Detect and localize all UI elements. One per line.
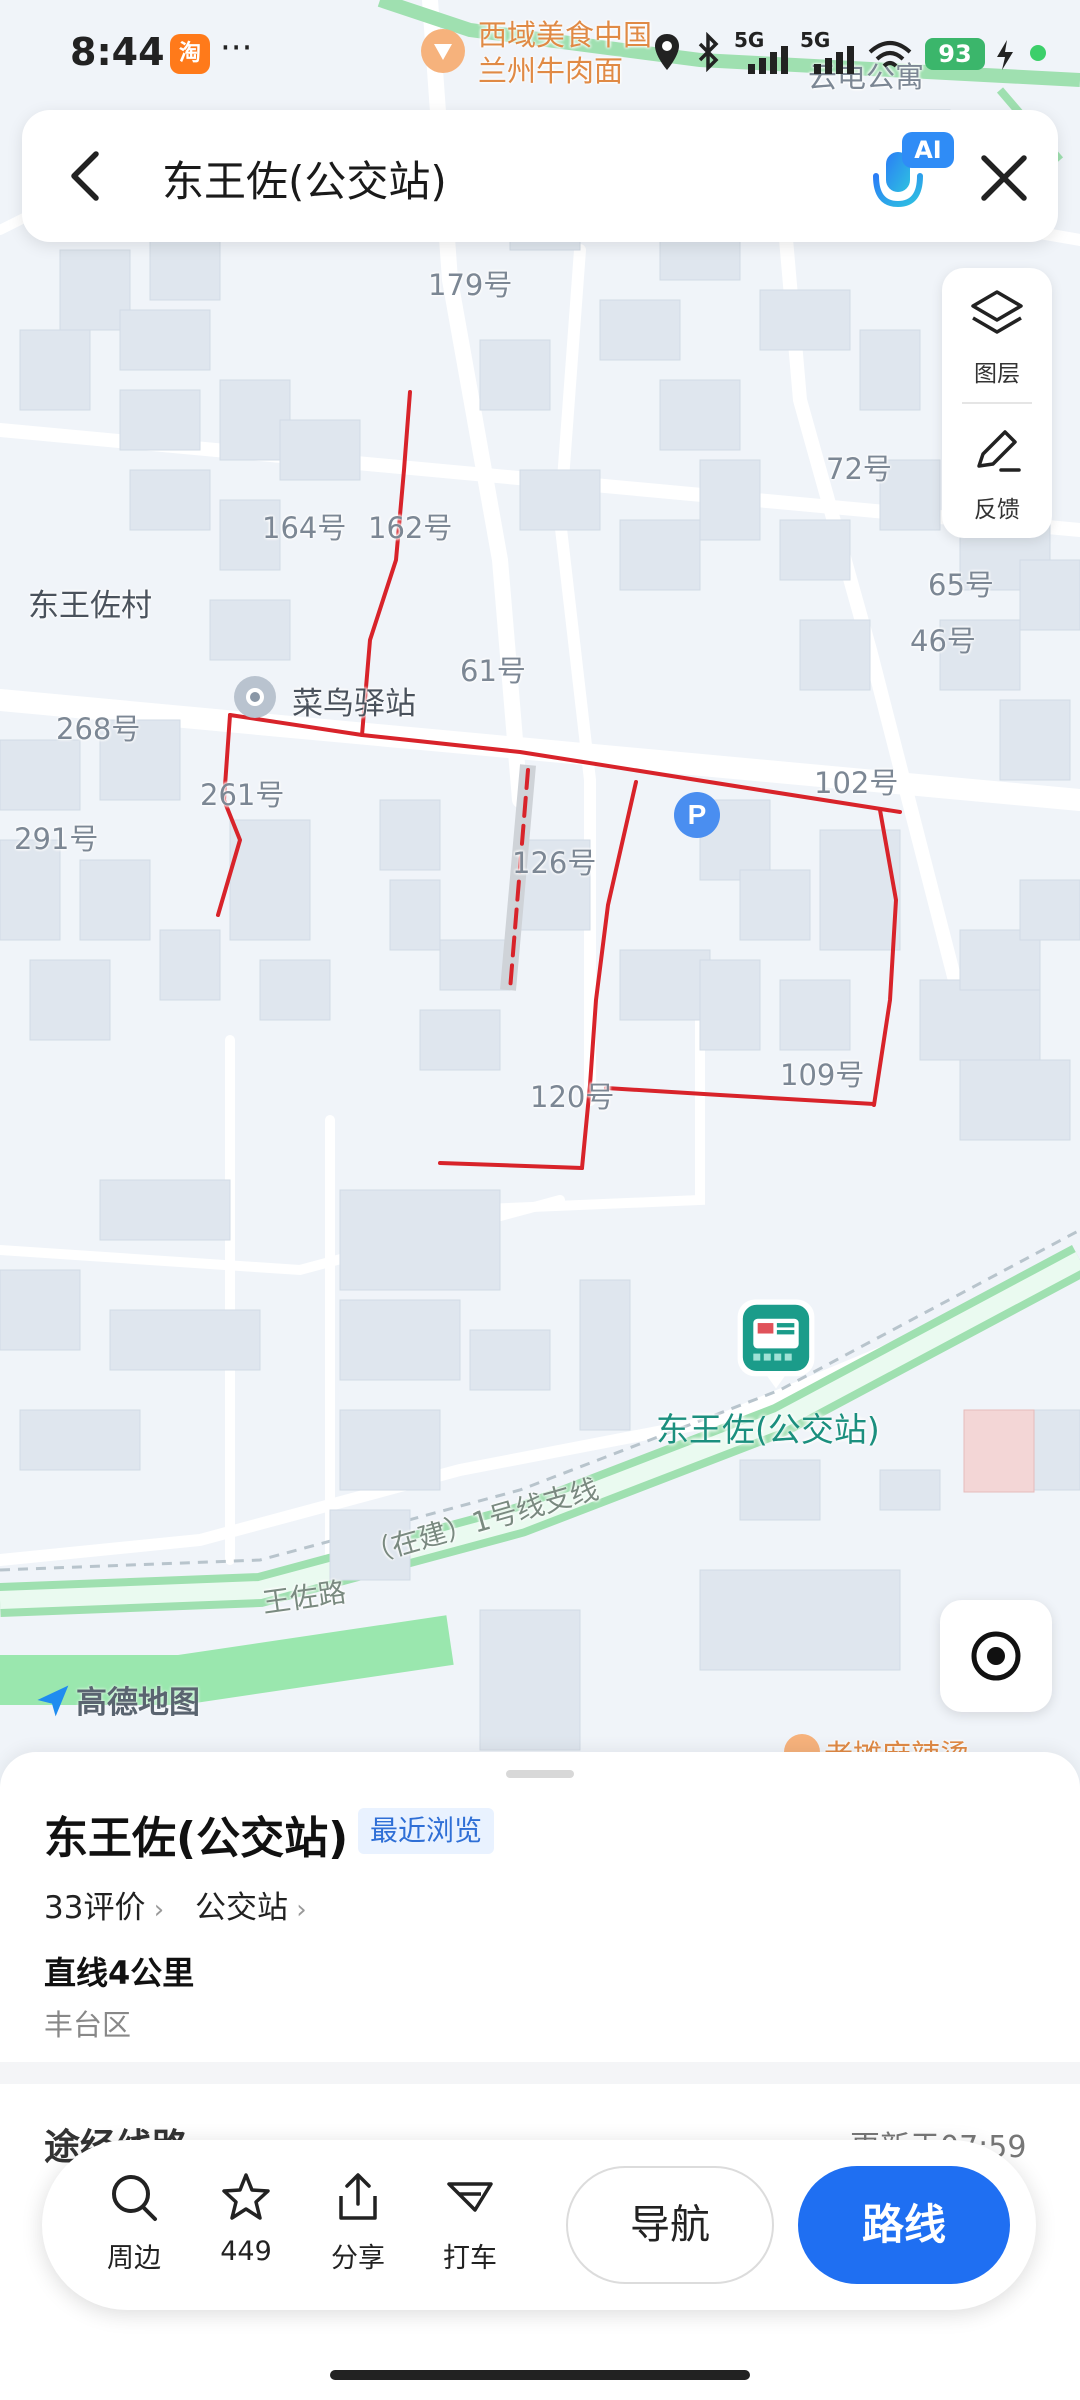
chevron-right-icon: › — [145, 1895, 165, 1925]
map-tools-panel: 图层 反馈 — [942, 268, 1052, 538]
layers-icon — [971, 290, 1023, 334]
taxi-icon — [447, 2182, 493, 2212]
locate-button[interactable] — [940, 1600, 1052, 1712]
search-title[interactable]: 东王佐(公交站) — [162, 148, 447, 209]
house-number: 162号 — [368, 511, 453, 545]
bus-stop-icon[interactable] — [728, 1296, 824, 1392]
house-number: 291号 — [14, 822, 99, 856]
location-icon — [655, 34, 679, 70]
poi-distance: 直线4公里 — [44, 1954, 195, 1992]
status-dot — [1030, 45, 1046, 61]
search-bar[interactable]: 东王佐(公交站) AI — [22, 110, 1058, 242]
house-number: 102号 — [814, 766, 899, 800]
sheet-drag-handle[interactable] — [506, 1770, 574, 1778]
layers-label: 图层 — [974, 361, 1020, 387]
house-number: 109号 — [780, 1058, 865, 1092]
chevron-right-icon: › — [288, 1895, 307, 1925]
star-icon — [222, 2173, 270, 2220]
charging-icon — [997, 40, 1013, 70]
section-divider — [0, 2062, 1080, 2084]
locate-icon — [971, 1631, 1021, 1681]
category-text: 公交站 — [195, 1890, 288, 1926]
status-more-icon: ··· — [220, 28, 253, 68]
parking-icon[interactable]: P — [672, 790, 722, 840]
nearby-button[interactable]: 周边 — [84, 2170, 184, 2280]
back-button[interactable] — [52, 140, 124, 212]
signal-icon — [748, 46, 788, 74]
favorite-button[interactable]: 449 — [196, 2170, 296, 2280]
house-number: 120号 — [530, 1080, 615, 1114]
poi-district: 丰台区 — [44, 2008, 132, 2042]
house-number: 65号 — [928, 568, 994, 602]
house-number: 179号 — [428, 268, 513, 302]
recent-view-badge: 最近浏览 — [358, 1808, 495, 1854]
courier-poi-icon[interactable] — [232, 674, 278, 720]
bluetooth-icon — [698, 32, 719, 72]
bus-stop-label[interactable]: 东王佐(公交站) — [656, 1403, 880, 1451]
house-number: 72号 — [826, 452, 892, 486]
poi-name: 东王佐(公交站) — [44, 1813, 349, 1864]
house-number: 46号 — [910, 624, 976, 658]
navigate-button[interactable]: 导航 — [566, 2166, 774, 2284]
house-number: 61号 — [460, 654, 526, 688]
action-bar: 周边 449 分享 打车 导航 路线 — [42, 2140, 1036, 2310]
poi-label-courier[interactable]: 菜鸟驿站 — [292, 678, 416, 723]
status-time: 8:44 — [70, 30, 165, 74]
area-label-village: 东王佐村 — [28, 588, 152, 624]
share-label: 分享 — [331, 2243, 385, 2274]
close-button[interactable] — [970, 144, 1038, 212]
ai-badge: AI — [902, 132, 954, 168]
feedback-button[interactable]: 反馈 — [942, 404, 1052, 534]
house-number: 261号 — [200, 778, 285, 812]
search-icon — [112, 2175, 157, 2221]
taobao-notification-icon: 淘 — [170, 34, 210, 74]
signal-icon — [814, 46, 854, 74]
house-number: 126号 — [512, 846, 597, 880]
home-indicator[interactable] — [330, 2370, 750, 2380]
layers-button[interactable]: 图层 — [942, 268, 1052, 398]
taxi-button[interactable]: 打车 — [420, 2170, 520, 2280]
feedback-label: 反馈 — [974, 497, 1020, 523]
route-button[interactable]: 路线 — [798, 2166, 1010, 2284]
share-button[interactable]: 分享 — [308, 2170, 408, 2280]
battery-indicator: 93 — [925, 38, 985, 70]
status-bar: 8:44 淘 ··· 5G 5G 93 — [0, 0, 1080, 100]
reviews-link[interactable]: 33评价 › — [44, 1882, 164, 1927]
feedback-pen-icon — [977, 430, 1021, 472]
taxi-label: 打车 — [443, 2243, 497, 2274]
svg-text:P: P — [688, 799, 707, 830]
share-icon — [339, 2173, 377, 2220]
nearby-label: 周边 — [107, 2243, 161, 2274]
amap-logo-text: 高德地图 — [76, 1685, 200, 1721]
favorite-count: 449 — [220, 2236, 272, 2267]
category-link[interactable]: 公交站 › — [195, 1882, 307, 1927]
map-view[interactable]: 西域美食中国 兰州牛肉面 云电公寓 东王佐村 菜鸟驿站 179号 72号 164… — [0, 0, 1080, 1760]
wifi-icon — [868, 41, 912, 68]
house-number: 268号 — [56, 712, 141, 746]
reviews-count: 33评价 — [44, 1890, 146, 1926]
house-number: 164号 — [262, 511, 347, 545]
amap-logo-icon — [37, 1685, 69, 1717]
